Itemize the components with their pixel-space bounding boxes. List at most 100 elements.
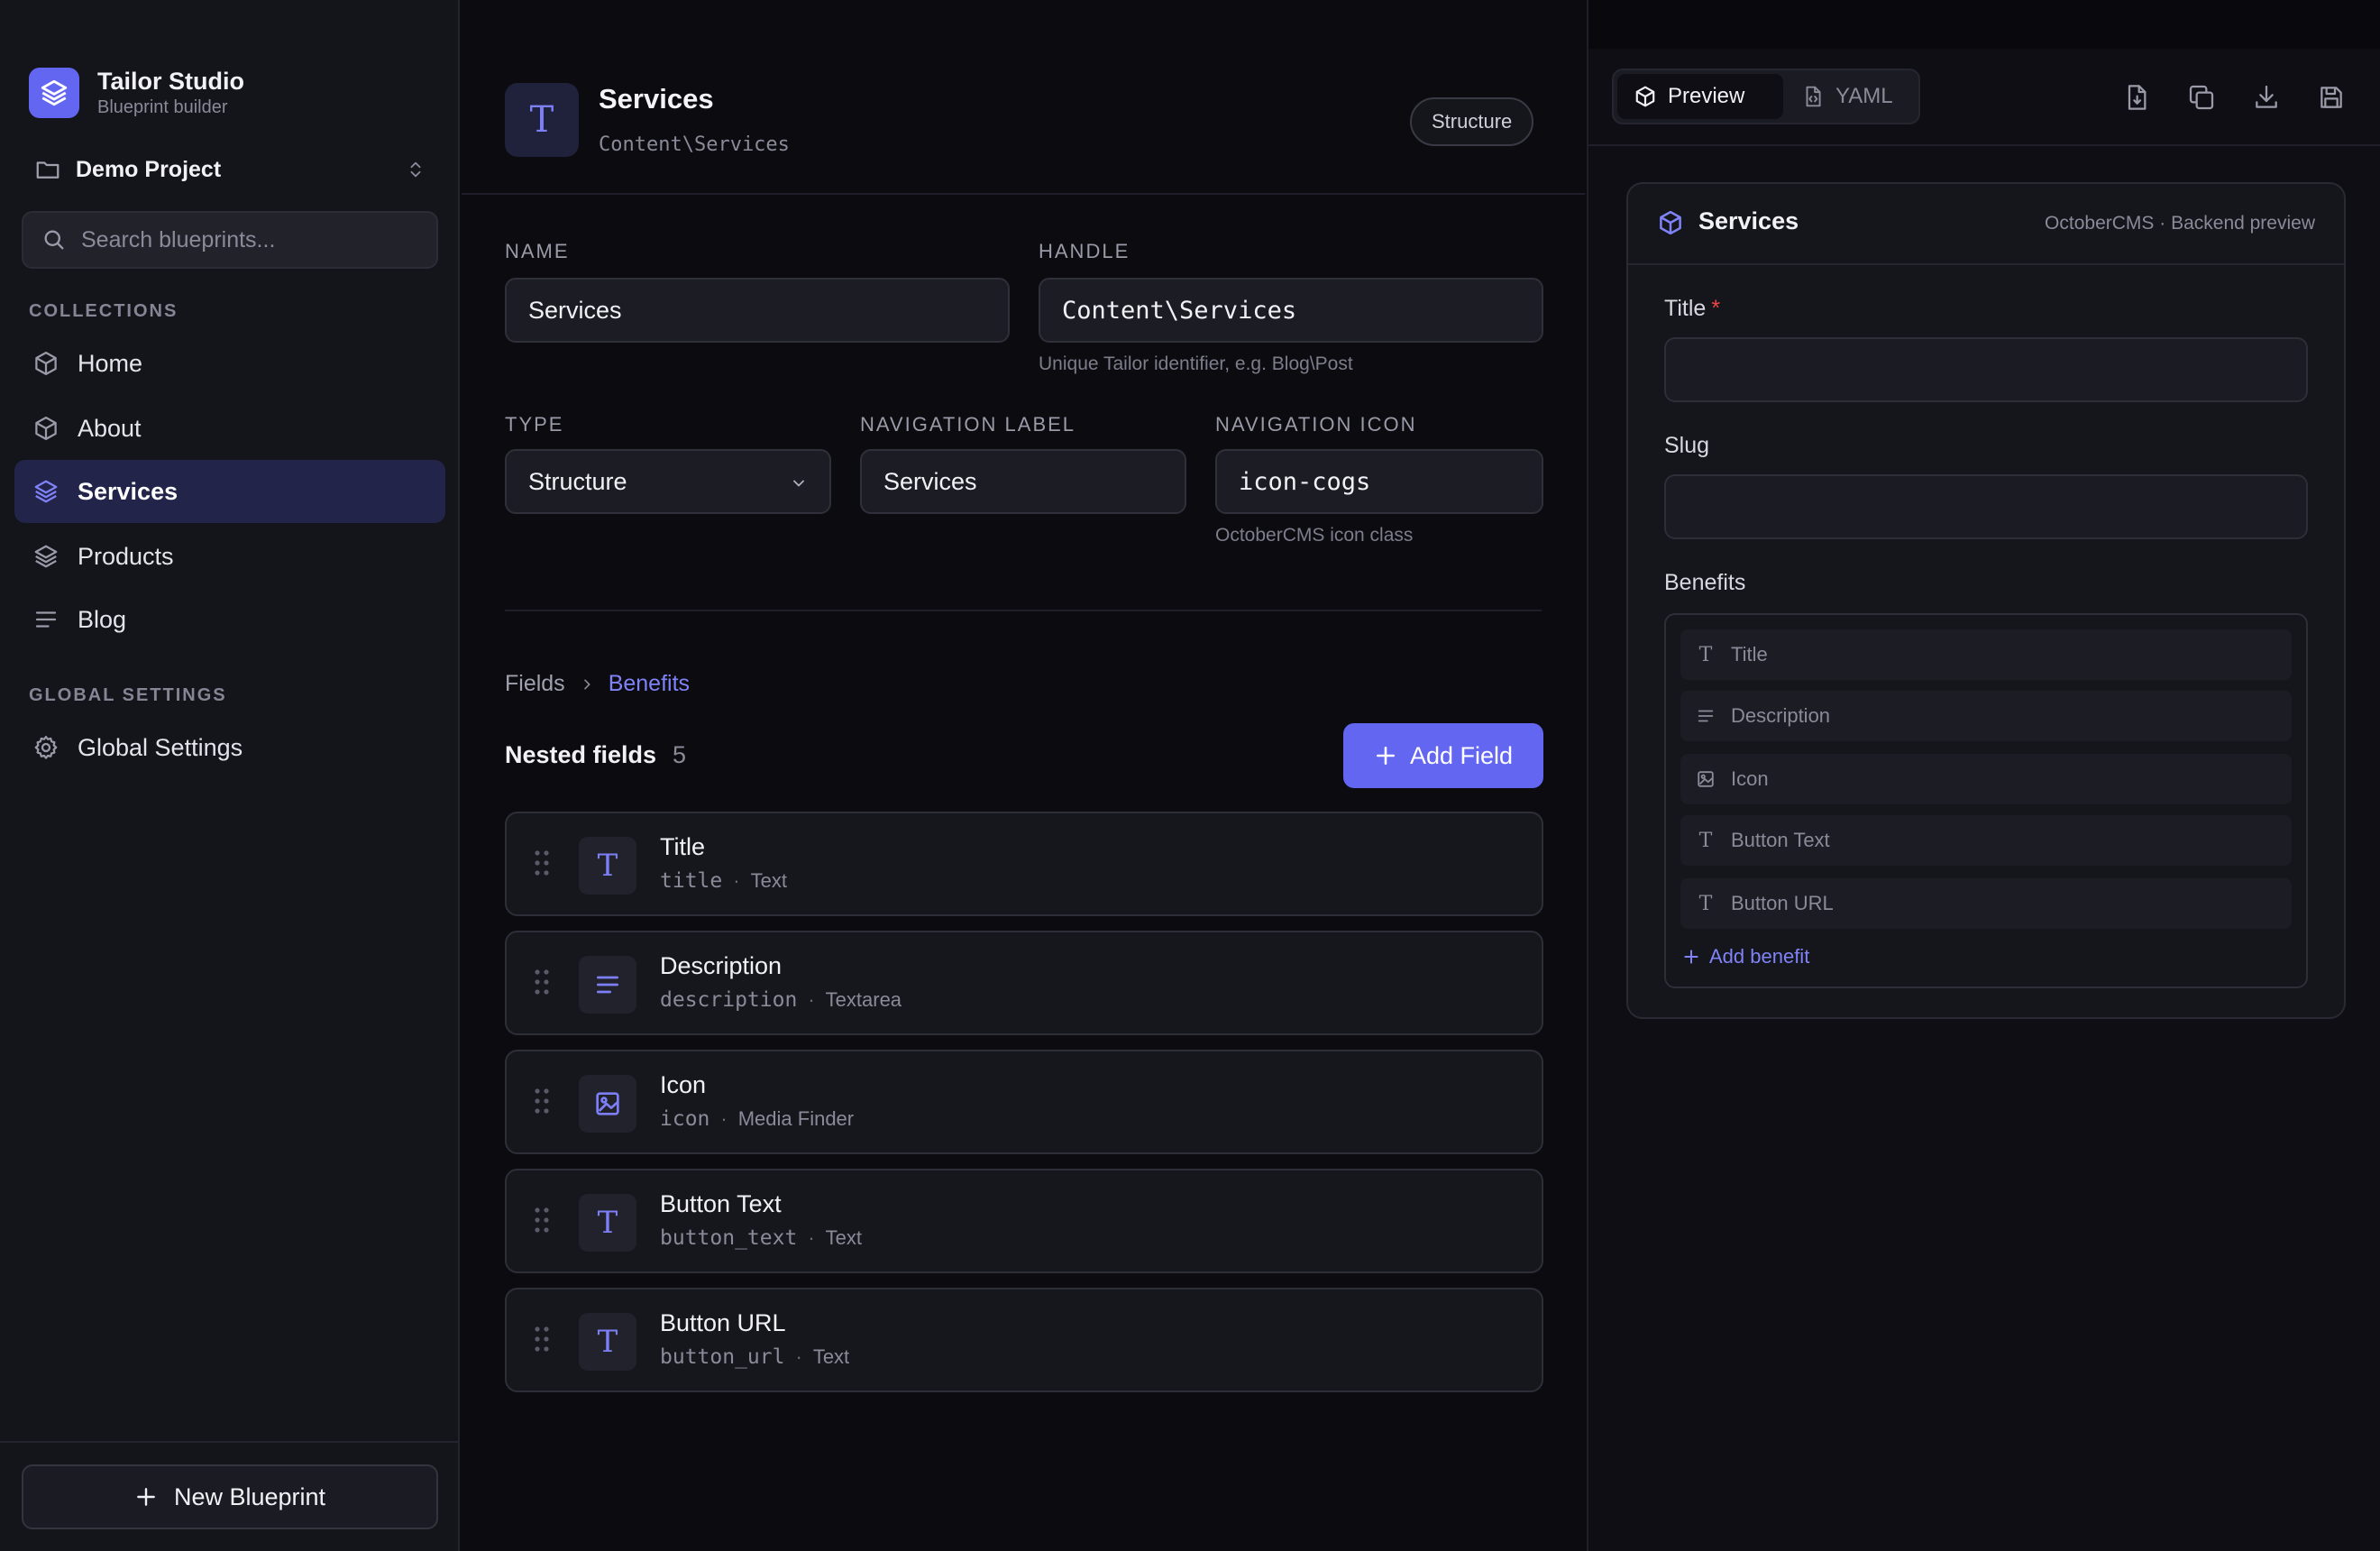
sidebar-item-label: Products xyxy=(78,542,174,570)
export-file-icon[interactable] xyxy=(2122,83,2151,112)
add-field-label: Add Field xyxy=(1409,741,1514,769)
preview-card-subtitle: OctoberCMS · Backend preview xyxy=(2045,213,2315,234)
add-field-button[interactable]: Add Field xyxy=(1343,723,1543,788)
section-divider xyxy=(505,610,1542,611)
preview-panel: Preview YAML Services OctoberCMS · Backe… xyxy=(1587,0,2380,1551)
repeater-item[interactable]: Icon xyxy=(1680,754,2292,804)
add-benefit-label: Add benefit xyxy=(1709,945,1810,968)
preview-slug-label: Slug xyxy=(1664,433,1710,458)
sidebar-item-products[interactable]: Products xyxy=(14,525,445,588)
text-icon: T xyxy=(579,837,636,895)
field-type: Text xyxy=(812,1345,850,1368)
nav-icon-field[interactable]: icon-cogs xyxy=(1215,449,1543,514)
handle-help: Unique Tailor identifier, e.g. Blog\Post xyxy=(1039,353,1353,374)
sidebar-item-about[interactable]: About xyxy=(14,397,445,460)
plus-icon xyxy=(1682,948,1700,966)
drag-handle-icon[interactable] xyxy=(534,849,550,876)
text-icon: T xyxy=(505,83,579,157)
breadcrumb: Fields Benefits xyxy=(505,671,690,697)
repeater-item[interactable]: T Button URL xyxy=(1680,878,2292,929)
repeater-item[interactable]: T Title xyxy=(1680,629,2292,680)
field-name: Title xyxy=(660,833,706,860)
field-key: description xyxy=(660,988,798,1012)
handle-field[interactable]: Content\Services xyxy=(1039,278,1543,343)
field-type: Textarea xyxy=(825,988,902,1011)
handle-label: HANDLE xyxy=(1039,240,1130,262)
field-row[interactable]: T Title title · Text xyxy=(505,812,1543,916)
nested-fields-title: Nested fields xyxy=(505,741,657,768)
field-row[interactable]: Icon icon · Media Finder xyxy=(505,1050,1543,1154)
breadcrumb-benefits[interactable]: Benefits xyxy=(609,671,690,697)
page-handle: Content\Services xyxy=(599,133,790,156)
chevron-down-icon xyxy=(790,474,808,492)
code-file-icon xyxy=(1801,85,1825,108)
new-blueprint-button[interactable]: New Blueprint xyxy=(22,1464,438,1529)
preview-title-label: Title * xyxy=(1664,296,1721,321)
preview-slug-input[interactable] xyxy=(1664,474,2308,539)
repeater-item-label: Button URL xyxy=(1731,892,1834,914)
name-label: NAME xyxy=(505,240,570,262)
repeater-item-label: Description xyxy=(1731,704,1831,727)
preview-card-header: Services OctoberCMS · Backend preview xyxy=(1628,184,2344,265)
preview-card-title: Services xyxy=(1698,207,1799,234)
save-icon[interactable] xyxy=(2317,83,2346,112)
sidebar-item-label: Home xyxy=(78,349,143,377)
sidebar-item-label: Global Settings xyxy=(78,733,243,761)
drag-handle-icon[interactable] xyxy=(534,1326,550,1353)
copy-icon[interactable] xyxy=(2187,83,2216,112)
search-input[interactable]: Search blueprints... xyxy=(22,211,438,269)
project-switcher[interactable]: Demo Project xyxy=(34,150,426,189)
editor-header: T Services Content\Services Structure xyxy=(462,0,1585,195)
field-name: Button Text xyxy=(660,1190,782,1217)
chevron-up-down-icon xyxy=(406,160,426,179)
sidebar-item-home[interactable]: Home xyxy=(14,332,445,395)
drag-handle-icon[interactable] xyxy=(534,1088,550,1115)
nested-fields-count: 5 xyxy=(673,741,687,768)
name-field[interactable]: Services xyxy=(505,278,1010,343)
sidebar-item-services[interactable]: Services xyxy=(14,460,445,523)
cube-icon xyxy=(1657,209,1684,236)
preview-benefits-label: Benefits xyxy=(1664,570,1746,595)
field-key: button_text xyxy=(660,1226,798,1250)
textarea-icon xyxy=(1695,705,1716,727)
new-blueprint-label: New Blueprint xyxy=(173,1482,326,1510)
repeater-item[interactable]: Description xyxy=(1680,691,2292,741)
preview-tabs: Preview YAML xyxy=(1612,69,1920,124)
field-key: icon xyxy=(660,1107,710,1131)
sidebar: Tailor Studio Blueprint builder Demo Pro… xyxy=(0,0,460,1551)
tab-yaml[interactable]: YAML xyxy=(1785,74,1917,119)
text-icon: T xyxy=(1698,829,1713,852)
project-name: Demo Project xyxy=(76,156,222,182)
breadcrumb-fields[interactable]: Fields xyxy=(505,671,565,697)
field-name: Description xyxy=(660,952,783,979)
sidebar-item-blog[interactable]: Blog xyxy=(14,588,445,651)
preview-toolbar: Preview YAML xyxy=(1588,49,2380,146)
field-row[interactable]: Description description · Textarea xyxy=(505,931,1543,1035)
drag-handle-icon[interactable] xyxy=(534,1207,550,1234)
nav-icon-help: OctoberCMS icon class xyxy=(1215,525,1414,546)
nav-label-label: NAVIGATION LABEL xyxy=(860,413,1076,436)
textarea-icon xyxy=(579,956,636,1014)
main-editor: T Services Content\Services Structure NA… xyxy=(462,0,1585,1551)
add-benefit-link[interactable]: Add benefit xyxy=(1682,945,1809,968)
drag-handle-icon[interactable] xyxy=(534,968,550,996)
brand-name: Tailor Studio xyxy=(97,68,244,95)
nav-label-field[interactable]: Services xyxy=(860,449,1186,514)
field-type: Text xyxy=(825,1226,863,1249)
type-select[interactable]: Structure xyxy=(505,449,831,514)
field-row[interactable]: T Button Text button_text · Text xyxy=(505,1169,1543,1273)
repeater-item[interactable]: T Button Text xyxy=(1680,815,2292,866)
search-icon xyxy=(41,227,67,252)
preview-title-input[interactable] xyxy=(1664,337,2308,402)
tab-preview[interactable]: Preview xyxy=(1617,74,1783,119)
sidebar-item-global-settings[interactable]: Global Settings xyxy=(14,716,445,779)
field-row[interactable]: T Button URL button_url · Text xyxy=(505,1288,1543,1392)
sidebar-divider xyxy=(0,1441,458,1443)
text-icon: T xyxy=(1698,892,1713,915)
type-select-value: Structure xyxy=(528,467,627,495)
benefits-repeater: T Title Description Icon T Button Text T… xyxy=(1664,613,2308,988)
repeater-item-label: Title xyxy=(1731,643,1768,665)
image-icon xyxy=(579,1075,636,1133)
download-icon[interactable] xyxy=(2252,83,2281,112)
field-name: Icon xyxy=(660,1071,707,1098)
